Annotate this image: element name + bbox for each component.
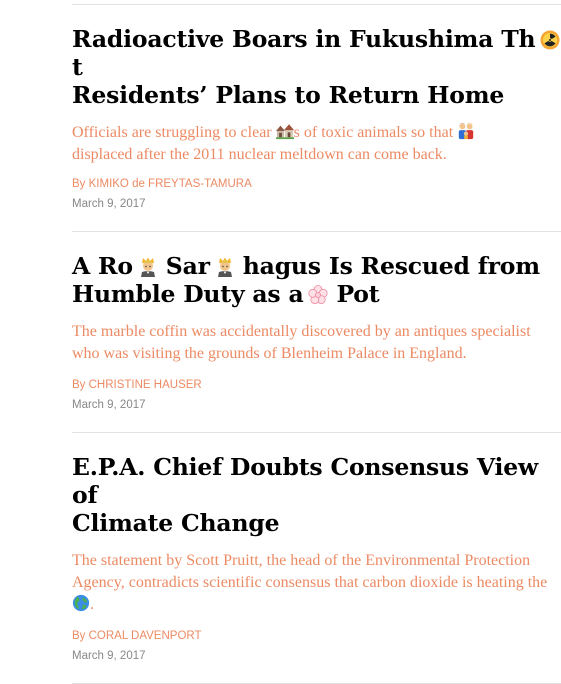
headline-text: E.P.A. Chief Doubts Consensus View of	[72, 453, 539, 509]
article-byline: By CORAL DAVENPORT	[72, 629, 561, 643]
article-headline[interactable]: Radioactive Boars in Fukushima Th t Resid…	[72, 25, 561, 109]
summary-text: displaced after the 2011 nuclear meltdow…	[72, 146, 447, 163]
article-item: A Ro Sar hagus Is Rescued from Humble Dut…	[72, 232, 561, 412]
article-summary: The statement by Scott Pruitt, the head …	[72, 550, 561, 616]
headline-text: Pot	[328, 280, 380, 308]
author-link[interactable]: CHRISTINE HAUSER	[89, 379, 202, 391]
article-date: March 9, 2017	[72, 198, 146, 210]
byline-prefix: By	[72, 379, 89, 391]
article-headline[interactable]: A Ro Sar hagus Is Rescued from Humble Dut…	[72, 252, 561, 308]
author-link[interactable]: KIMIKO de FREYTAS-TAMURA	[89, 178, 252, 190]
houses-emoji-icon	[275, 122, 294, 140]
summary-text: Officials are struggling to clear	[72, 124, 276, 141]
article-item: Radioactive Boars in Fukushima Th t Resid…	[72, 5, 561, 211]
article-item: E.P.A. Chief Doubts Consensus View of Cli…	[72, 433, 561, 663]
headline-text: A Ro	[72, 252, 133, 280]
headline-text: Radioactive Boars in Fukushima Th	[72, 25, 536, 53]
article-summary: The marble coffin was accidentally disco…	[72, 323, 531, 362]
article-summary: Officials are struggling to clear s of t…	[72, 122, 561, 166]
radioactive-sun-emoji-icon	[540, 30, 560, 50]
summary-text: s of toxic animals so that	[293, 124, 458, 141]
author-link[interactable]: CORAL DAVENPORT	[89, 630, 202, 642]
headline-text: Climate Change	[72, 509, 280, 537]
flower-emoji-icon	[308, 285, 329, 305]
summary-text: .	[90, 596, 94, 613]
article-date: March 9, 2017	[72, 650, 146, 662]
article-feed: Radioactive Boars in Fukushima Th t Resid…	[72, 0, 561, 684]
headline-text: t	[72, 53, 83, 81]
prince-emoji-icon	[138, 257, 158, 277]
summary-text: The statement by Scott Pruitt, the head …	[72, 552, 548, 591]
prince-emoji-icon	[215, 257, 235, 277]
headline-text: Humble Duty as a	[72, 280, 304, 308]
article-byline: By KIMIKO de FREYTAS-TAMURA	[72, 177, 561, 191]
globe-emoji-icon	[72, 594, 90, 612]
article-headline[interactable]: E.P.A. Chief Doubts Consensus View of Cli…	[72, 453, 561, 537]
headline-text: hagus Is Rescued from	[234, 252, 540, 280]
family-emoji-icon	[457, 122, 475, 140]
headline-text: Sar	[157, 252, 210, 280]
headline-text: Residents’ Plans to Return Home	[72, 81, 505, 109]
byline-prefix: By	[72, 178, 89, 190]
article-byline: By CHRISTINE HAUSER	[72, 378, 561, 392]
article-date: March 9, 2017	[72, 399, 146, 411]
byline-prefix: By	[72, 630, 89, 642]
